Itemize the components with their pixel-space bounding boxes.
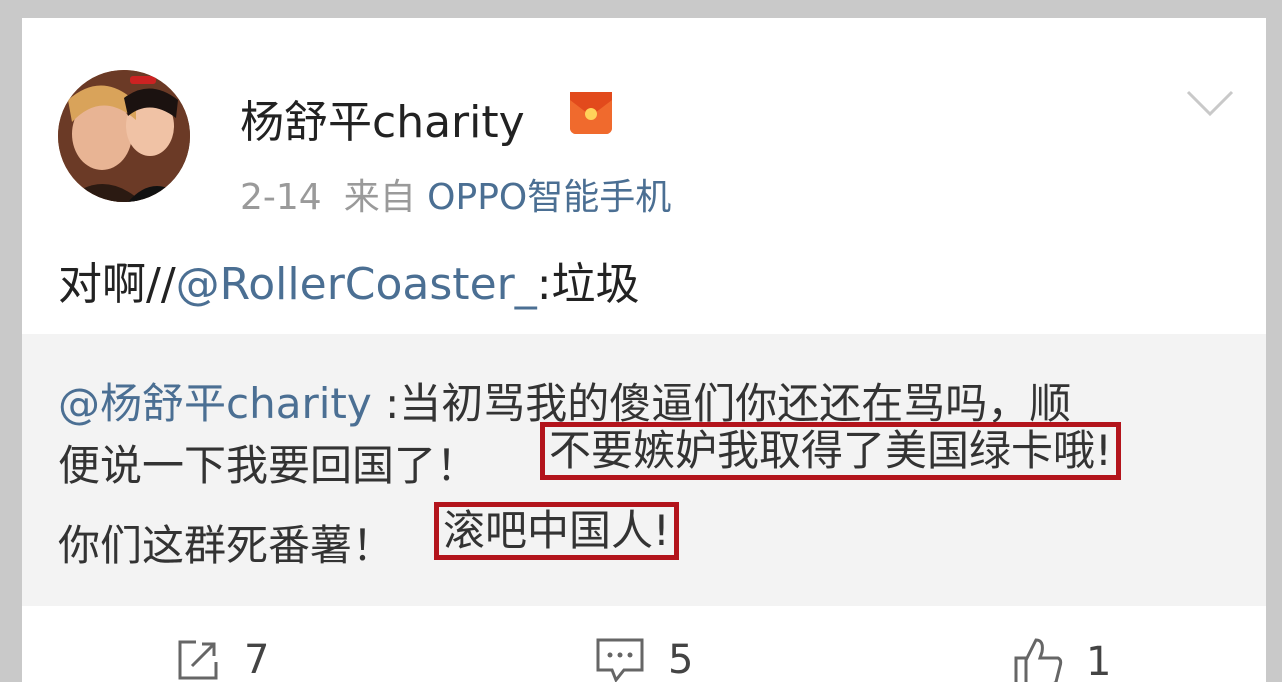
- post-date: 2-14: [240, 177, 322, 218]
- quoted-line-1-text: :当初骂我的傻逼们你还还在骂吗，顺: [371, 379, 1072, 428]
- quoted-mention-link[interactable]: @杨舒平charity: [58, 379, 372, 428]
- quoted-line-3-text: 你们这群死番薯！: [58, 521, 395, 570]
- avatar[interactable]: [58, 70, 190, 202]
- red-envelope-badge-icon[interactable]: [570, 92, 612, 134]
- highlighted-text-2: 滚吧中国人!: [434, 502, 679, 561]
- repost-count: 7: [244, 637, 270, 682]
- repost-button[interactable]: 7: [174, 636, 269, 682]
- source-prefix: 来自: [343, 177, 416, 218]
- comment-count: 5: [668, 637, 694, 682]
- highlight-box-1: 不要嫉妒我取得了美国绿卡哦!: [540, 422, 1121, 481]
- quoted-line-2: 便说一下我要回国了！: [58, 432, 478, 493]
- like-button[interactable]: 1: [1012, 636, 1111, 682]
- chevron-down-icon[interactable]: [1184, 88, 1236, 118]
- username[interactable]: 杨舒平charity: [240, 86, 525, 150]
- post-meta: 2-14 来自 OPPO智能手机: [240, 168, 671, 220]
- quoted-line-3: 你们这群死番薯！: [58, 512, 394, 573]
- post-text: 对啊//@RollerCoaster_:垃圾: [58, 248, 640, 312]
- source-link[interactable]: OPPO智能手机: [427, 177, 671, 218]
- weibo-post-card: 杨舒平charity 2-14 来自 OPPO智能手机 对啊//@RollerCo…: [22, 18, 1266, 682]
- post-text-suffix: :垃圾: [536, 259, 640, 310]
- quoted-line-2-text: 便说一下我要回国了！: [58, 441, 479, 490]
- highlight-box-2: 滚吧中国人!: [434, 502, 679, 561]
- comment-icon: [596, 638, 644, 682]
- like-count: 1: [1086, 639, 1112, 682]
- action-bar: 7 5 1: [22, 618, 1266, 682]
- highlighted-text-1: 不要嫉妒我取得了美国绿卡哦!: [540, 422, 1121, 481]
- repost-icon: [178, 640, 218, 680]
- avatar-image: [58, 70, 190, 202]
- mention-link[interactable]: @RollerCoaster_: [176, 259, 537, 310]
- post-text-prefix: 对啊//: [58, 259, 176, 310]
- thumbs-up-icon: [1014, 638, 1063, 682]
- comment-button[interactable]: 5: [594, 636, 693, 682]
